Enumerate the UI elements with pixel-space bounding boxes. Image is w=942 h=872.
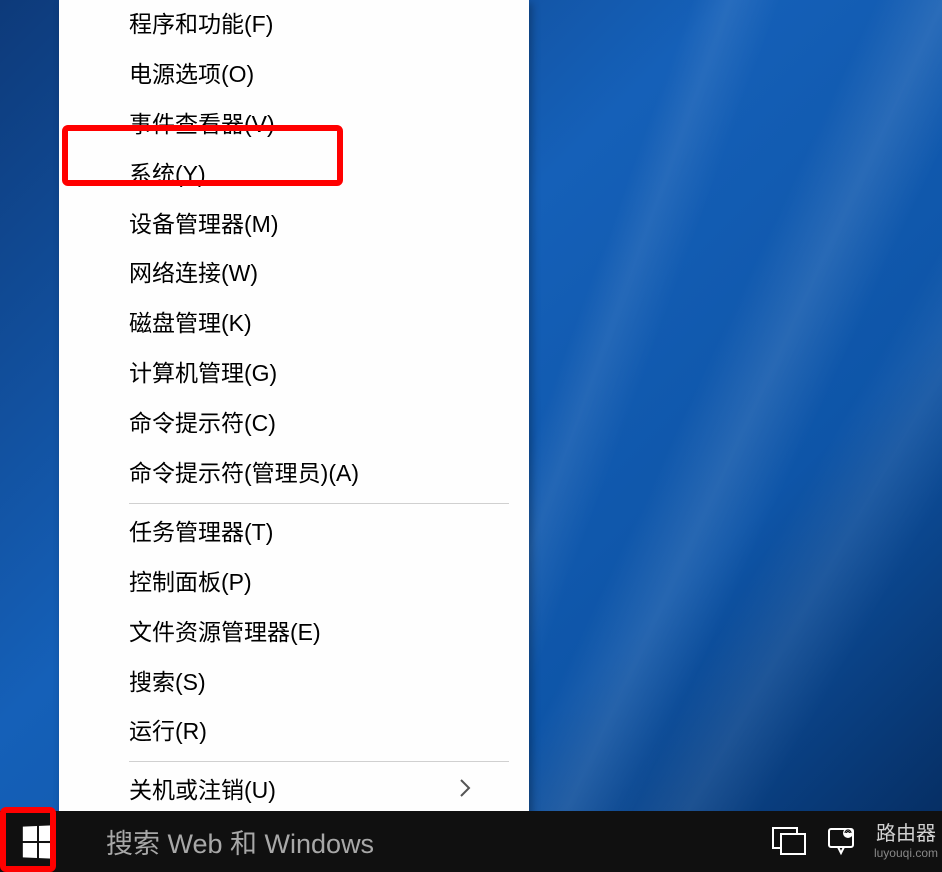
menu-item-event-viewer[interactable]: 事件查看器(V): [59, 100, 529, 150]
menu-item-computer-mgmt[interactable]: 计算机管理(G): [59, 349, 529, 399]
menu-item-cmd-admin[interactable]: 命令提示符(管理员)(A): [59, 449, 529, 499]
menu-item-programs[interactable]: 程序和功能(F): [59, 0, 529, 50]
notification-icon[interactable]: [826, 826, 856, 856]
menu-divider: [129, 761, 509, 762]
menu-item-file-explorer[interactable]: 文件资源管理器(E): [59, 608, 529, 658]
start-button[interactable]: [0, 811, 76, 872]
menu-item-network[interactable]: 网络连接(W): [59, 249, 529, 299]
windows-logo-icon: [23, 825, 55, 858]
menu-item-shutdown[interactable]: 关机或注销(U): [59, 766, 529, 816]
menu-item-run[interactable]: 运行(R): [59, 707, 529, 757]
menu-item-cmd[interactable]: 命令提示符(C): [59, 399, 529, 449]
menu-item-system[interactable]: 系统(Y): [59, 150, 529, 200]
search-box[interactable]: 搜索 Web 和 Windows: [76, 811, 772, 872]
menu-divider: [129, 503, 509, 504]
taskbar-tray: 路由器 luyouqi.com: [772, 822, 942, 860]
menu-item-power-options[interactable]: 电源选项(O): [59, 50, 529, 100]
router-watermark: 路由器 luyouqi.com: [874, 822, 942, 860]
search-placeholder: 搜索 Web 和 Windows: [106, 822, 374, 861]
menu-item-search[interactable]: 搜索(S): [59, 658, 529, 708]
chevron-right-icon: [459, 778, 473, 805]
menu-item-device-manager[interactable]: 设备管理器(M): [59, 200, 529, 250]
task-view-icon[interactable]: [772, 827, 808, 855]
taskbar: 搜索 Web 和 Windows 路由器 luyouqi.com: [0, 811, 942, 872]
menu-item-task-manager[interactable]: 任务管理器(T): [59, 508, 529, 558]
menu-item-control-panel[interactable]: 控制面板(P): [59, 558, 529, 608]
winx-context-menu: 程序和功能(F) 电源选项(O) 事件查看器(V) 系统(Y) 设备管理器(M)…: [59, 0, 529, 870]
menu-item-disk-mgmt[interactable]: 磁盘管理(K): [59, 299, 529, 349]
